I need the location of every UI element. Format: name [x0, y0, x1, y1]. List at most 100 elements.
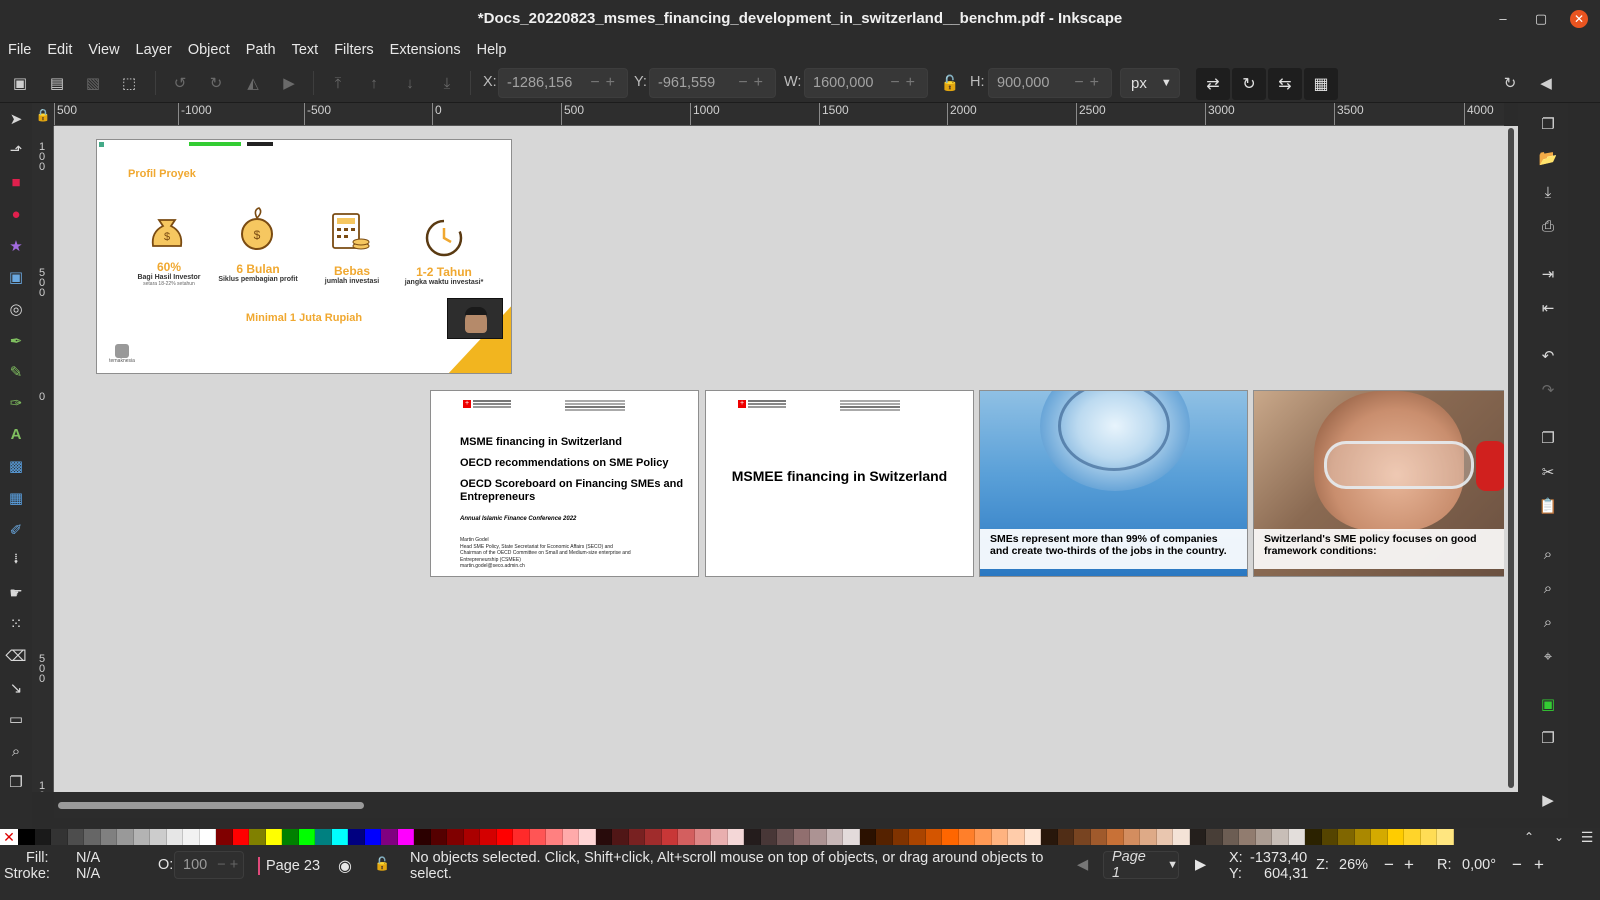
flip-horizontal-icon[interactable]: ◭ — [243, 73, 263, 93]
lower-icon[interactable]: ↓ — [400, 73, 420, 93]
lock-icon[interactable]: 🔓 — [374, 856, 390, 872]
color-swatch[interactable] — [513, 829, 530, 845]
page-slide-glass[interactable]: SMEs represent more than 99% of companie… — [980, 391, 1247, 576]
color-swatch[interactable] — [1404, 829, 1421, 845]
eraser-tool-icon[interactable]: ⌫ — [5, 645, 27, 667]
prev-page-icon[interactable]: ◀ — [1077, 857, 1088, 873]
connector-tool-icon[interactable]: ↘ — [5, 677, 27, 699]
transform-patterns-button[interactable]: ▦ — [1304, 68, 1338, 100]
copy-icon[interactable]: ❐ — [1537, 427, 1559, 449]
export-icon[interactable]: ⇤ — [1537, 297, 1559, 319]
color-swatch[interactable] — [843, 829, 860, 845]
color-swatch[interactable] — [925, 829, 942, 845]
color-swatch[interactable] — [100, 829, 117, 845]
calligraphy-tool-icon[interactable]: ✑ — [5, 392, 27, 414]
color-swatch[interactable] — [315, 829, 332, 845]
palette-scroll-up-icon[interactable]: ⌃ — [1514, 830, 1544, 844]
selector-tool-icon[interactable]: ➤ — [5, 108, 27, 130]
minimize-icon[interactable]: – — [1494, 10, 1512, 28]
color-swatch[interactable] — [810, 829, 827, 845]
color-swatch[interactable] — [1107, 829, 1124, 845]
color-swatch[interactable] — [1371, 829, 1388, 845]
opacity-stepper[interactable]: − + — [217, 857, 238, 873]
menu-edit[interactable]: Edit — [47, 42, 72, 58]
new-document-icon[interactable]: ❐ — [1537, 113, 1559, 135]
transform-gradients-button[interactable]: ⇆ — [1268, 68, 1302, 100]
color-swatch[interactable] — [414, 829, 431, 845]
color-swatch[interactable] — [760, 829, 777, 845]
menu-view[interactable]: View — [88, 42, 119, 58]
color-swatch[interactable] — [1189, 829, 1206, 845]
select-same-icon[interactable]: ⬚ — [119, 73, 139, 93]
menu-object[interactable]: Object — [188, 42, 230, 58]
flip-vertical-icon[interactable]: ▶ — [279, 73, 299, 93]
close-icon[interactable]: ✕ — [1570, 9, 1588, 28]
raise-icon[interactable]: ↑ — [364, 73, 384, 93]
pages-tool-icon[interactable]: ❐ — [5, 771, 27, 793]
dropper-tool-icon[interactable]: ✐ — [5, 519, 27, 541]
save-icon[interactable]: ⤓ — [1537, 181, 1559, 203]
color-swatch[interactable] — [364, 829, 381, 845]
raise-to-top-icon[interactable]: ⤒ — [328, 73, 348, 93]
scale-corners-button[interactable]: ↻ — [1232, 68, 1266, 100]
text-tool-icon[interactable]: A — [5, 423, 27, 445]
measure-tool-icon[interactable]: ▭ — [5, 708, 27, 730]
color-swatch[interactable] — [1090, 829, 1107, 845]
color-swatch[interactable] — [678, 829, 695, 845]
node-tool-icon[interactable]: ⬏ — [5, 139, 27, 161]
zoom-in-icon[interactable]: + — [1404, 855, 1414, 875]
rotate-decrease-icon[interactable]: − — [1512, 855, 1522, 875]
color-swatch[interactable] — [579, 829, 596, 845]
color-swatch[interactable] — [595, 829, 612, 845]
color-swatch[interactable] — [166, 829, 183, 845]
color-swatch[interactable] — [34, 829, 51, 845]
gradient-tool-icon[interactable]: ▩ — [5, 455, 27, 477]
color-swatch[interactable] — [1354, 829, 1371, 845]
color-swatch[interactable] — [298, 829, 315, 845]
color-swatch[interactable] — [496, 829, 513, 845]
menu-path[interactable]: Path — [246, 42, 276, 58]
color-swatch[interactable] — [1140, 829, 1157, 845]
color-swatch[interactable] — [199, 829, 216, 845]
color-swatch[interactable] — [18, 829, 35, 845]
rectangle-tool-icon[interactable]: ■ — [5, 171, 27, 193]
paste-icon[interactable]: 📋 — [1537, 495, 1559, 517]
open-folder-icon[interactable]: 📂 — [1537, 147, 1559, 169]
page-slide-title[interactable]: + MSME financing in Switzerland OECD rec… — [431, 391, 698, 576]
color-swatch[interactable] — [183, 829, 200, 845]
color-swatch[interactable] — [1123, 829, 1140, 845]
color-swatch[interactable] — [1255, 829, 1272, 845]
color-swatch[interactable] — [1057, 829, 1074, 845]
color-swatch[interactable] — [991, 829, 1008, 845]
color-swatch[interactable] — [117, 829, 134, 845]
color-swatch[interactable] — [1420, 829, 1437, 845]
color-swatch[interactable] — [430, 829, 447, 845]
color-swatch[interactable] — [84, 829, 101, 845]
star-tool-icon[interactable]: ★ — [5, 235, 27, 257]
rotate-ccw-icon[interactable]: ↺ — [170, 73, 190, 93]
color-swatch[interactable] — [331, 829, 348, 845]
color-swatch[interactable] — [661, 829, 678, 845]
color-swatch[interactable] — [1321, 829, 1338, 845]
color-swatch[interactable] — [1288, 829, 1305, 845]
page-slide-profil-proyek[interactable]: Profil Proyek $ $ 60% Bagi Hasil Investo… — [97, 140, 511, 373]
maximize-icon[interactable]: ▢ — [1532, 10, 1550, 28]
color-swatch[interactable] — [1206, 829, 1223, 845]
color-swatch[interactable] — [711, 829, 728, 845]
color-swatch[interactable] — [909, 829, 926, 845]
h-field[interactable]: 900,000 −+ — [988, 68, 1112, 98]
w-field[interactable]: 1600,000 −+ — [804, 68, 928, 98]
rotate-value[interactable]: 0,00° — [1462, 857, 1496, 873]
spiral-tool-icon[interactable]: ◎ — [5, 298, 27, 320]
color-swatch[interactable] — [282, 829, 299, 845]
color-swatch[interactable] — [1305, 829, 1322, 845]
zoom-selection-icon[interactable]: ⌕ — [1537, 543, 1559, 565]
clone-icon[interactable]: ❐ — [1537, 727, 1559, 749]
page-select[interactable]: Page 1 ▼ — [1103, 849, 1179, 881]
color-swatch[interactable] — [562, 829, 579, 845]
color-swatch[interactable] — [1387, 829, 1404, 845]
color-swatch[interactable] — [892, 829, 909, 845]
color-swatch[interactable] — [546, 829, 563, 845]
select-all-layers-icon[interactable]: ▤ — [47, 73, 67, 93]
duplicate-icon[interactable]: ▣ — [1537, 693, 1559, 715]
